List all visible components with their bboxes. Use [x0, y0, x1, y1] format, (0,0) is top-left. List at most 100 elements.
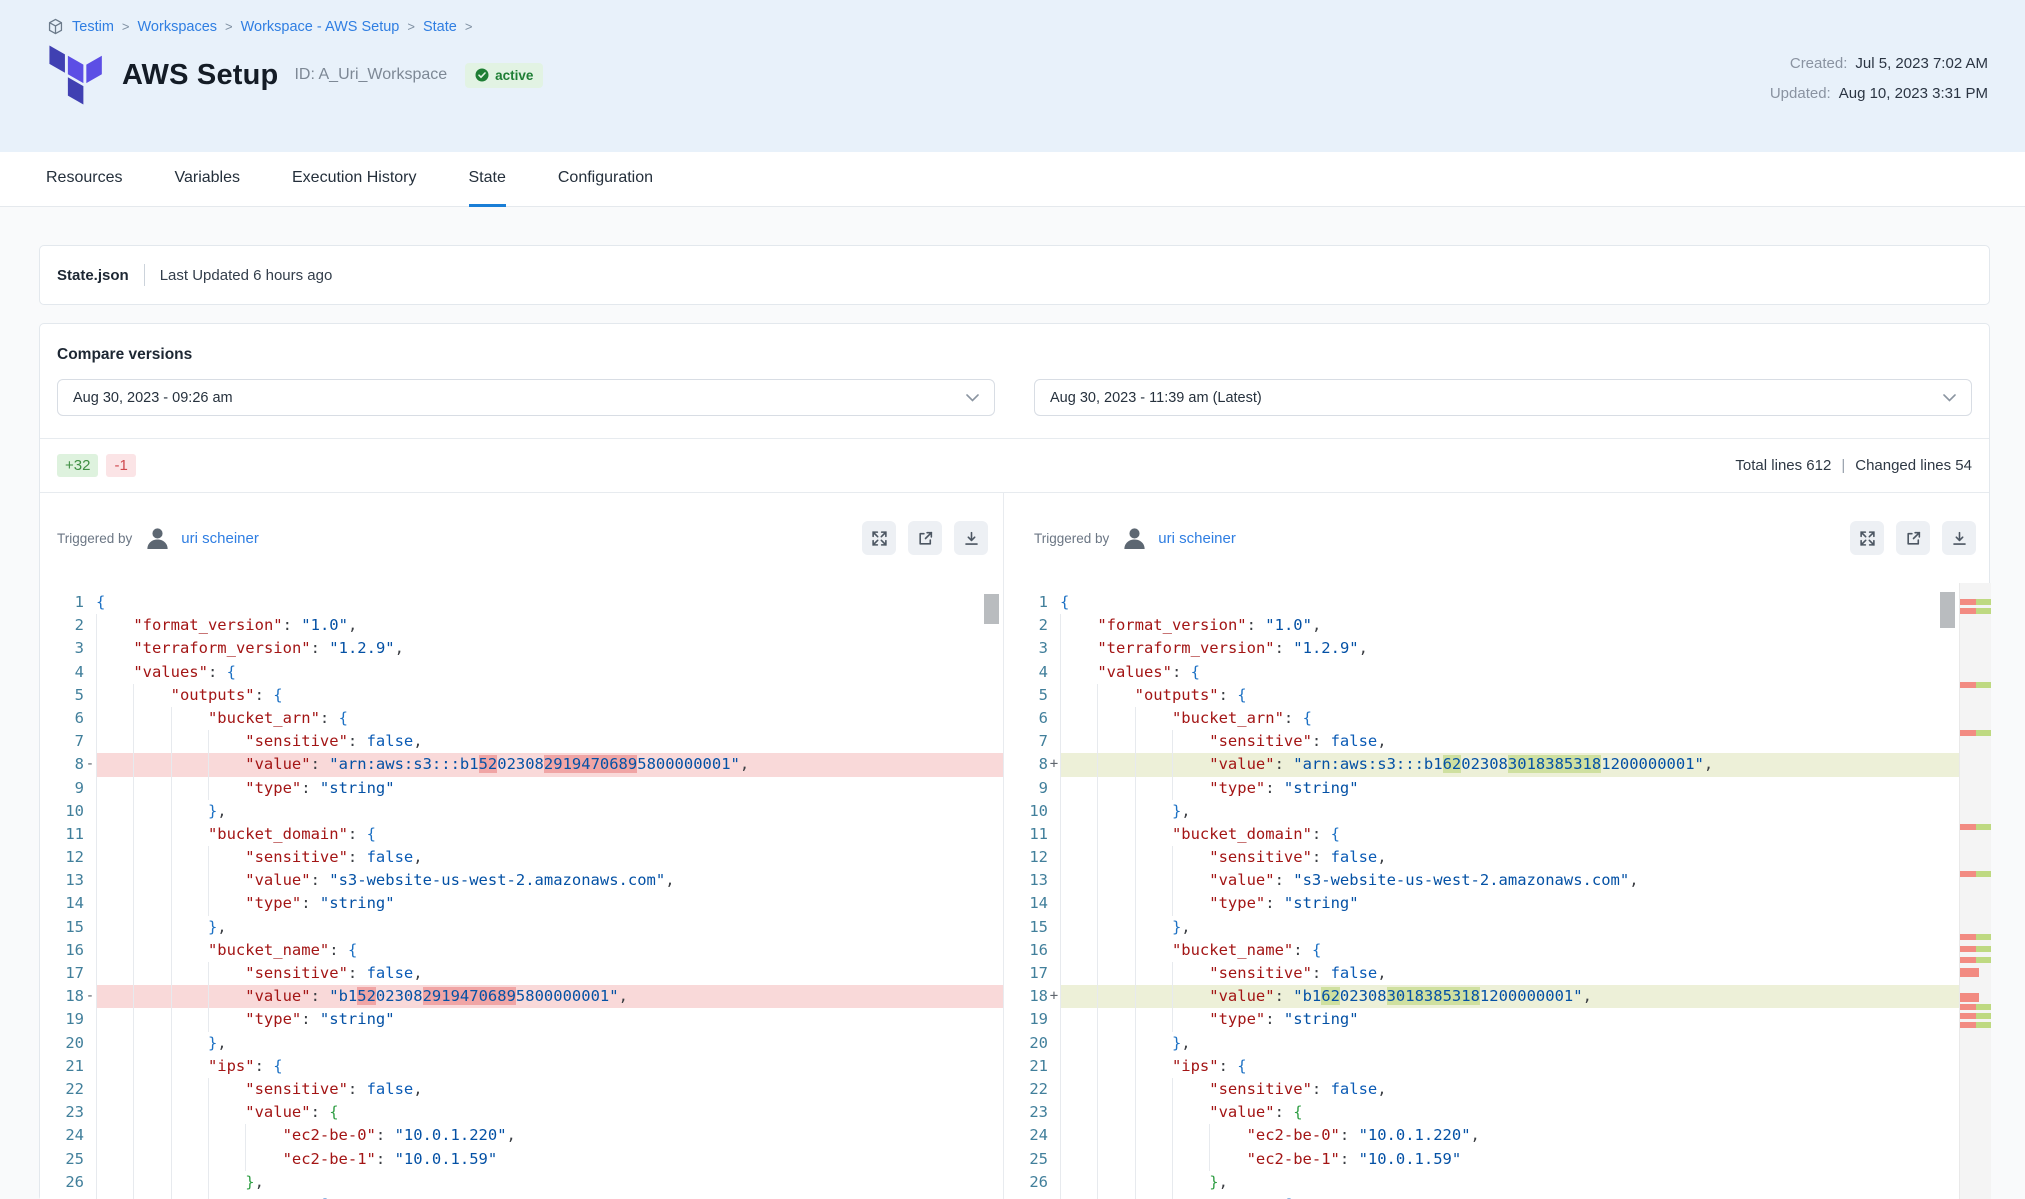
chevron-down-icon — [966, 390, 979, 406]
line-content: "type": "string" — [96, 777, 1003, 800]
indent-guide — [1172, 1171, 1209, 1194]
line-number: 14 — [40, 892, 84, 915]
tab-configuration[interactable]: Configuration — [558, 152, 653, 207]
indent-guide — [133, 777, 170, 800]
indent-guide — [96, 684, 133, 707]
indent-guide — [1097, 1078, 1134, 1101]
indent-guide — [1135, 753, 1172, 776]
indent-guide — [1097, 892, 1134, 915]
divider — [144, 264, 145, 286]
tab-execution-history[interactable]: Execution History — [292, 152, 417, 207]
download-button[interactable] — [954, 521, 988, 555]
diff-overview-ruler — [1959, 583, 1991, 1199]
line-content: }, — [96, 1171, 1003, 1194]
version-select-left-value: Aug 30, 2023 - 09:26 am — [73, 390, 233, 406]
line-number: 20 — [1004, 1032, 1048, 1055]
open-external-button[interactable] — [908, 521, 942, 555]
diff-sign — [1048, 730, 1060, 753]
indent-guide — [133, 1124, 170, 1147]
breadcrumb-link[interactable]: Testim — [72, 19, 114, 35]
diff-sign — [1048, 916, 1060, 939]
code-line: 10}, — [40, 800, 1003, 823]
diff-sign — [1048, 846, 1060, 869]
code-line: 5"outputs": { — [1004, 684, 1991, 707]
indent-guide — [96, 962, 133, 985]
version-select-right[interactable]: Aug 30, 2023 - 11:39 am (Latest) — [1034, 379, 1972, 416]
code-line: 6"bucket_arn": { — [40, 707, 1003, 730]
indent-guide — [133, 1194, 170, 1199]
line-content: "type": "string" — [1060, 777, 1991, 800]
line-content: "sensitive": false, — [96, 846, 1003, 869]
indent-guide — [1060, 1078, 1097, 1101]
version-select-left[interactable]: Aug 30, 2023 - 09:26 am — [57, 379, 995, 416]
line-content: "type": "string" — [1060, 892, 1991, 915]
diff-sign — [84, 730, 96, 753]
indent-guide — [171, 1124, 208, 1147]
indent-guide — [1209, 1124, 1246, 1147]
diff-sign — [84, 1055, 96, 1078]
indent-guide — [1097, 707, 1134, 730]
code-line: 16"bucket_name": { — [1004, 939, 1991, 962]
diff-sign — [84, 1194, 96, 1199]
cube-icon — [47, 18, 64, 35]
tab-resources[interactable]: Resources — [46, 152, 122, 207]
triggered-by-user-link[interactable]: uri scheiner — [1158, 530, 1236, 547]
diff-sign — [84, 846, 96, 869]
diff-sign — [84, 1032, 96, 1055]
line-number: 10 — [40, 800, 84, 823]
indent-guide — [171, 1101, 208, 1124]
line-content: "sensitive": false, — [96, 962, 1003, 985]
indent-guide — [1135, 1078, 1172, 1101]
indent-guide — [1097, 753, 1134, 776]
indent-guide — [96, 1055, 133, 1078]
scrollbar-thumb[interactable] — [984, 594, 999, 624]
indent-guide — [1097, 939, 1134, 962]
open-external-button[interactable] — [1896, 521, 1930, 555]
code-line: 20}, — [1004, 1032, 1991, 1055]
indent-guide — [96, 1194, 133, 1199]
code-line: 18-"value": "b15202308291947068958000000… — [40, 985, 1003, 1008]
indent-guide — [133, 916, 170, 939]
breadcrumb-link[interactable]: State — [423, 19, 457, 35]
triggered-by-user-link[interactable]: uri scheiner — [181, 530, 259, 547]
indent-guide — [1172, 1194, 1209, 1199]
expand-button[interactable] — [1850, 521, 1884, 555]
indent-guide — [133, 1008, 170, 1031]
tab-variables[interactable]: Variables — [174, 152, 240, 207]
indent-guide — [133, 823, 170, 846]
indent-guide — [1135, 1101, 1172, 1124]
indent-guide — [1060, 730, 1097, 753]
indent-guide — [171, 1171, 208, 1194]
indent-guide — [133, 1101, 170, 1124]
code-line: 22"sensitive": false, — [1004, 1078, 1991, 1101]
line-number: 17 — [1004, 962, 1048, 985]
indent-guide — [96, 892, 133, 915]
line-number: 2 — [40, 614, 84, 637]
expand-button[interactable] — [862, 521, 896, 555]
line-content: "value": "b1620230830183853181200000001"… — [1060, 985, 1991, 1008]
indent-guide — [1135, 1148, 1172, 1171]
code-editor-right: 1{2"format_version": "1.0",3"terraform_v… — [1004, 583, 1991, 1199]
line-number: 20 — [40, 1032, 84, 1055]
indent-guide — [171, 869, 208, 892]
breadcrumb-link[interactable]: Workspace - AWS Setup — [241, 19, 400, 35]
indent-guide — [133, 939, 170, 962]
indent-guide — [1135, 800, 1172, 823]
indent-guide — [171, 707, 208, 730]
line-content: }, — [96, 916, 1003, 939]
line-content: "value": "arn:aws:s3:::b1620230830183853… — [1060, 753, 1991, 776]
download-button[interactable] — [1942, 521, 1976, 555]
tab-state[interactable]: State — [469, 152, 506, 207]
indent-guide — [171, 777, 208, 800]
line-content: "bucket_name": { — [96, 939, 1003, 962]
code-line: 9"type": "string" — [40, 777, 1003, 800]
indent-guide — [1097, 869, 1134, 892]
compare-card: Compare versions Aug 30, 2023 - 09:26 am… — [39, 323, 1990, 1199]
scrollbar-thumb[interactable] — [1940, 592, 1955, 628]
triggered-by-label: Triggered by — [1034, 531, 1109, 546]
breadcrumb-link[interactable]: Workspaces — [138, 19, 218, 35]
line-content: "values": { — [1060, 661, 1991, 684]
line-content: }, — [1060, 916, 1991, 939]
triggered-by-label: Triggered by — [57, 531, 132, 546]
indent-guide — [96, 753, 133, 776]
